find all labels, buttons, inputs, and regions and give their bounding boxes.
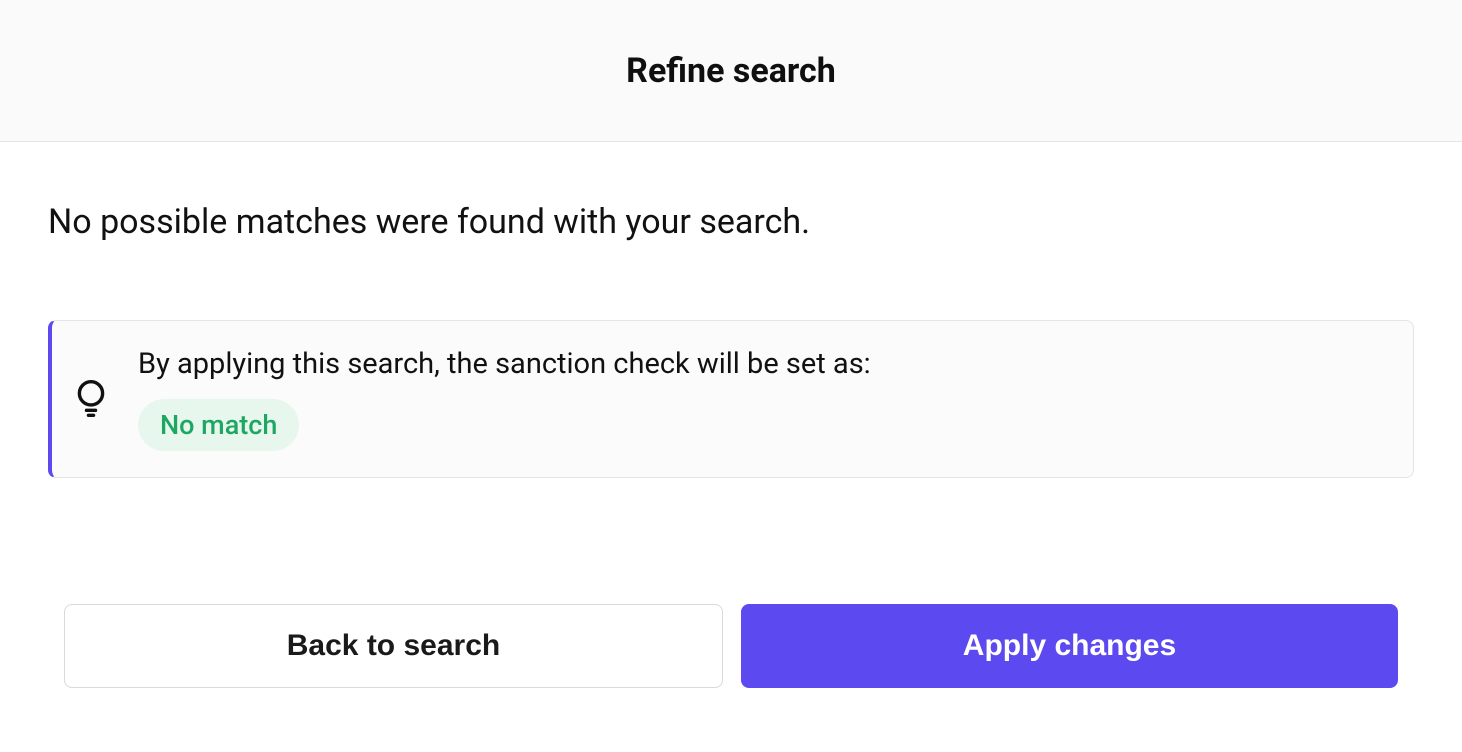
lightbulb-icon	[72, 377, 110, 421]
callout-body: By applying this search, the sanction ch…	[138, 347, 871, 451]
modal-content: No possible matches were found with your…	[0, 142, 1462, 478]
no-results-message: No possible matches were found with your…	[48, 202, 1414, 242]
apply-changes-button[interactable]: Apply changes	[741, 604, 1398, 688]
callout-text: By applying this search, the sanction ch…	[138, 347, 871, 381]
info-callout: By applying this search, the sanction ch…	[48, 320, 1414, 478]
back-to-search-button[interactable]: Back to search	[64, 604, 723, 688]
status-badge: No match	[138, 399, 299, 451]
modal-title: Refine search	[626, 51, 836, 91]
modal-header: Refine search	[0, 0, 1462, 142]
modal-footer: Back to search Apply changes	[0, 604, 1462, 752]
